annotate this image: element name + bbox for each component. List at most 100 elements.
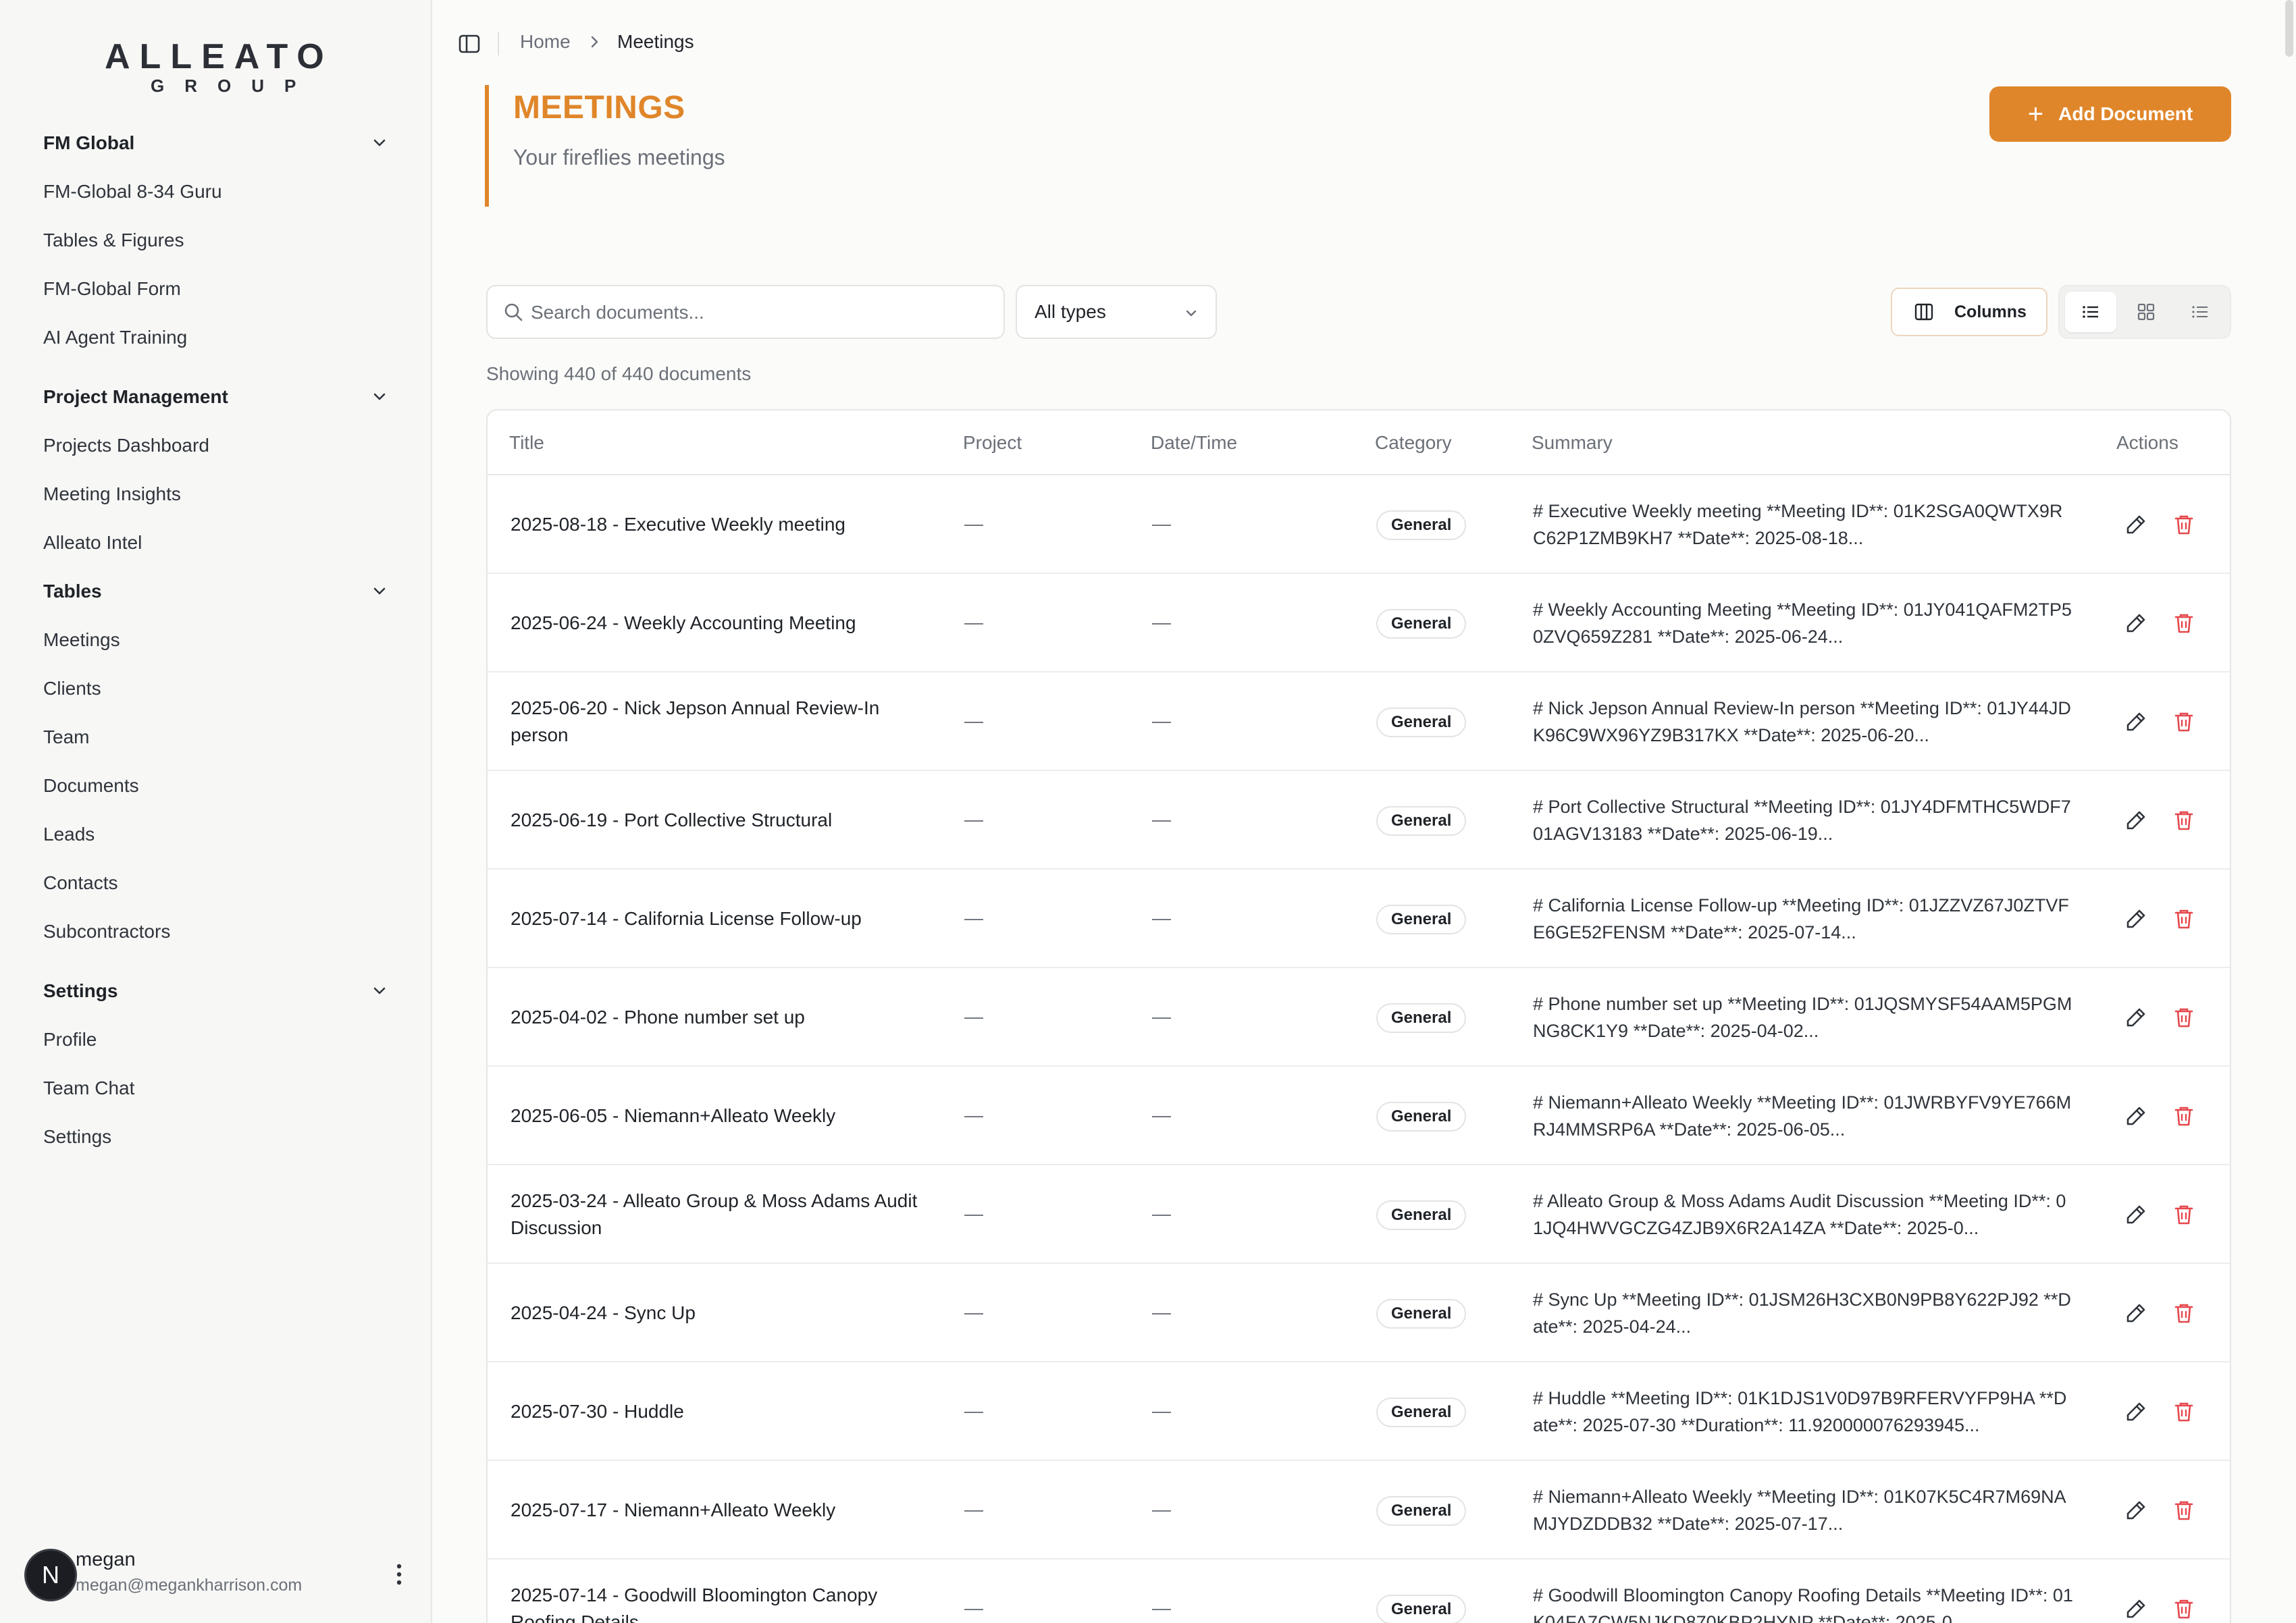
edit-icon[interactable]: [2124, 612, 2147, 635]
row-title[interactable]: 2025-07-14 - California License Follow-u…: [511, 870, 929, 968]
alleato-logo[interactable]: ALLEATO GROUP: [105, 36, 328, 97]
sidebar-item-settings[interactable]: Settings: [0, 1113, 432, 1161]
columns-button[interactable]: Columns: [1891, 288, 2047, 336]
edit-icon[interactable]: [2124, 1203, 2147, 1226]
sidebar-item-fm-global-8-34-guru[interactable]: FM-Global 8-34 Guru: [0, 167, 432, 216]
search-box[interactable]: [486, 285, 1005, 339]
grid-view-button[interactable]: [2120, 292, 2172, 332]
edit-icon[interactable]: [2124, 513, 2147, 536]
sidebar-item-team[interactable]: Team: [0, 713, 432, 762]
row-title[interactable]: 2025-04-24 - Sync Up: [511, 1264, 929, 1362]
row-title[interactable]: 2025-06-05 - Niemann+Alleato Weekly: [511, 1067, 929, 1165]
category-badge: General: [1376, 708, 1467, 737]
sidebar-item-leads[interactable]: Leads: [0, 810, 432, 859]
trash-icon[interactable]: [2173, 612, 2195, 635]
col-title[interactable]: Title: [509, 432, 544, 454]
row-title[interactable]: 2025-04-02 - Phone number set up: [511, 968, 929, 1067]
sidebar-item-profile[interactable]: Profile: [0, 1015, 432, 1064]
breadcrumb-home[interactable]: Home: [520, 31, 571, 53]
table-row[interactable]: 2025-06-24 - Weekly Accounting Meeting — —…: [488, 574, 2230, 672]
edit-icon[interactable]: [2124, 1105, 2147, 1127]
sidebar-toggle-icon[interactable]: [458, 32, 481, 55]
row-title[interactable]: 2025-07-14 - Goodwill Bloomington Canopy…: [511, 1560, 929, 1623]
trash-icon[interactable]: [2173, 710, 2195, 733]
edit-icon[interactable]: [2124, 907, 2147, 930]
table-row[interactable]: 2025-06-05 - Niemann+Alleato Weekly — — Gen…: [488, 1067, 2230, 1165]
trash-icon[interactable]: [2173, 907, 2195, 930]
trash-icon[interactable]: [2173, 513, 2195, 536]
document-count: Showing 440 of 440 documents: [486, 363, 752, 384]
sidebar-item-projects-dashboard[interactable]: Projects Dashboard: [0, 421, 432, 470]
edit-icon[interactable]: [2124, 1597, 2147, 1620]
compact-view-button[interactable]: [2174, 292, 2226, 332]
table-row[interactable]: 2025-07-14 - California License Follow-u…: [488, 870, 2230, 968]
sidebar-item-documents[interactable]: Documents: [0, 762, 432, 810]
add-document-button[interactable]: + Add Document: [1989, 86, 2231, 142]
row-title[interactable]: 2025-08-18 - Executive Weekly meeting: [511, 475, 929, 574]
col-summary[interactable]: Summary: [1532, 432, 1613, 454]
row-title-text: 2025-07-14 - California License Follow-u…: [511, 908, 862, 929]
table-row[interactable]: 2025-08-18 - Executive Weekly meeting — — G…: [488, 475, 2230, 574]
col-datetime[interactable]: Date/Time: [1151, 432, 1237, 454]
sidebar-item-clients[interactable]: Clients: [0, 664, 432, 713]
user-email: megan@megankharrison.com: [76, 1576, 303, 1595]
trash-icon[interactable]: [2173, 809, 2195, 832]
row-title[interactable]: 2025-06-19 - Port Collective Structural: [511, 771, 929, 870]
sidebar-item-meeting-insights[interactable]: Meeting Insights: [0, 470, 432, 518]
row-title[interactable]: 2025-06-24 - Weekly Accounting Meeting: [511, 574, 929, 672]
table-row[interactable]: 2025-06-20 - Nick Jepson Annual Review-I…: [488, 672, 2230, 771]
row-datetime: —: [1152, 907, 1171, 928]
row-title-text: 2025-03-24 - Alleato Group & Moss Adams …: [511, 1190, 918, 1238]
sidebar-item-fm-global-form[interactable]: FM-Global Form: [0, 265, 432, 313]
row-title[interactable]: 2025-03-24 - Alleato Group & Moss Adams …: [511, 1165, 929, 1264]
toolbar-divider: [498, 32, 499, 55]
edit-icon[interactable]: [2124, 1499, 2147, 1522]
edit-icon[interactable]: [2124, 1400, 2147, 1423]
search-input[interactable]: [531, 297, 990, 328]
sidebar-item-subcontractors[interactable]: Subcontractors: [0, 907, 432, 956]
edit-icon[interactable]: [2124, 1302, 2147, 1325]
col-category[interactable]: Category: [1375, 432, 1452, 454]
sidebar-item-meetings[interactable]: Meetings: [0, 616, 432, 664]
edit-icon[interactable]: [2124, 1006, 2147, 1029]
col-project[interactable]: Project: [963, 432, 1022, 454]
trash-icon[interactable]: [2173, 1006, 2195, 1029]
edit-icon[interactable]: [2124, 809, 2147, 832]
trash-icon[interactable]: [2173, 1302, 2195, 1325]
table-row[interactable]: 2025-03-24 - Alleato Group & Moss Adams …: [488, 1165, 2230, 1264]
sidebar-item-contacts[interactable]: Contacts: [0, 859, 432, 907]
nav-section-header[interactable]: Settings: [0, 967, 432, 1015]
more-vertical-icon[interactable]: [389, 1561, 409, 1588]
type-filter-value: All types: [1035, 301, 1106, 322]
scrollbar-thumb[interactable]: [2285, 0, 2293, 57]
nav-section-header[interactable]: FM Global: [0, 119, 432, 167]
nav-section-header[interactable]: Tables: [0, 567, 432, 616]
table-row[interactable]: 2025-04-02 - Phone number set up — — Genera…: [488, 968, 2230, 1067]
sidebar-item-team-chat[interactable]: Team Chat: [0, 1064, 432, 1113]
table-row[interactable]: 2025-07-30 - Huddle — — General # Huddle **M…: [488, 1362, 2230, 1461]
sidebar-item-alleato-intel[interactable]: Alleato Intel: [0, 518, 432, 567]
nav-section-tables: Tables Meetings Clients Team Documents Leads C…: [0, 567, 432, 956]
trash-icon[interactable]: [2173, 1499, 2195, 1522]
trash-icon[interactable]: [2173, 1203, 2195, 1226]
edit-icon[interactable]: [2124, 710, 2147, 733]
table-row[interactable]: 2025-07-14 - Goodwill Bloomington Canopy…: [488, 1560, 2230, 1623]
type-filter-select[interactable]: All types: [1016, 285, 1217, 339]
row-title[interactable]: 2025-07-30 - Huddle: [511, 1362, 929, 1461]
table-row[interactable]: 2025-06-19 - Port Collective Structural —…: [488, 771, 2230, 870]
sidebar-item-tables-figures[interactable]: Tables & Figures: [0, 216, 432, 265]
sidebar-item-ai-agent-training[interactable]: AI Agent Training: [0, 313, 432, 362]
trash-icon[interactable]: [2173, 1400, 2195, 1423]
logo-word: ALLEATO: [105, 37, 334, 76]
user-profile[interactable]: N megan megan@megankharrison.com: [24, 1546, 416, 1607]
table-row[interactable]: 2025-07-17 - Niemann+Alleato Weekly — — Gen…: [488, 1461, 2230, 1560]
table-row[interactable]: 2025-04-24 - Sync Up — — General # Sync Up *…: [488, 1264, 2230, 1362]
trash-icon[interactable]: [2173, 1597, 2195, 1620]
row-title[interactable]: 2025-07-17 - Niemann+Alleato Weekly: [511, 1461, 929, 1560]
row-title[interactable]: 2025-06-20 - Nick Jepson Annual Review-I…: [511, 672, 929, 771]
row-title-text: 2025-04-02 - Phone number set up: [511, 1007, 805, 1028]
col-actions: Actions: [2116, 432, 2178, 453]
trash-icon[interactable]: [2173, 1105, 2195, 1127]
nav-section-header[interactable]: Project Management: [0, 373, 432, 421]
list-view-button[interactable]: [2065, 292, 2116, 332]
